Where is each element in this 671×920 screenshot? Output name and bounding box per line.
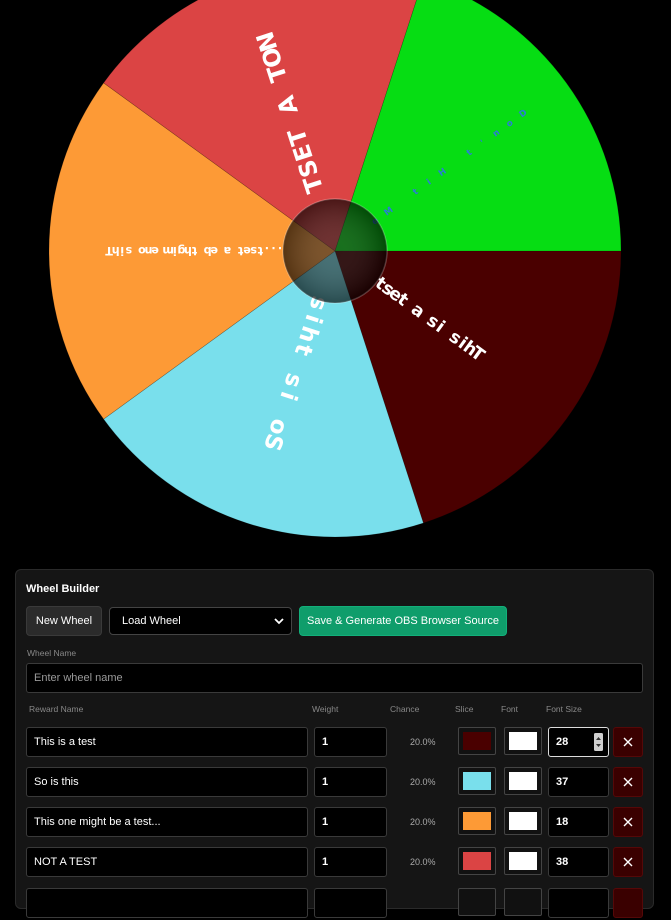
chance-value: 20.0% [410,857,436,867]
slice-color-swatch[interactable] [458,888,496,916]
chance-value: 20.0% [410,777,436,787]
reward-name-input[interactable] [26,847,308,877]
font-color-swatch[interactable] [504,847,542,875]
weight-input[interactable] [314,807,387,837]
reward-row: 20.0% [16,807,655,839]
column-header-font-size: Font Size [546,704,582,714]
delete-row-button[interactable] [613,847,643,877]
close-icon [623,777,633,787]
reward-name-input[interactable] [26,727,308,757]
font-size-input[interactable] [548,847,609,877]
reward-row-partial [16,888,655,920]
reward-row: 20.0% [16,727,655,759]
wheel-name-input[interactable] [26,663,643,693]
font-color-swatch[interactable] [504,888,542,916]
font-size-input[interactable] [548,767,609,797]
slice-color-swatch[interactable] [458,847,496,875]
font-size-input[interactable] [548,807,609,837]
close-icon [623,857,633,867]
chance-value: 20.0% [410,817,436,827]
wheel-name-label: Wheel Name [27,648,77,658]
delete-row-button[interactable] [613,767,643,797]
column-header-weight: Weight [312,704,339,714]
slice-color-swatch[interactable] [458,767,496,795]
builder-title: Wheel Builder [26,583,100,595]
reward-row: 20.0% [16,767,655,799]
delete-row-button[interactable] [613,727,643,757]
delete-row-button[interactable] [613,807,643,837]
column-header-font: Font [501,704,519,714]
wheel-slice-label: This one might be a test... [105,245,282,258]
column-header-reward: Reward Name [29,704,84,714]
chance-value: 20.0% [410,737,436,747]
slice-color-swatch[interactable] [458,807,496,835]
font-size-input[interactable] [548,888,609,918]
close-icon [623,817,633,827]
weight-input[interactable] [314,727,387,757]
weight-input[interactable] [314,888,387,918]
delete-row-button[interactable] [613,888,643,918]
save-generate-obs-button[interactable]: Save & Generate OBS Browser Source [299,606,507,636]
close-icon [623,737,633,747]
load-wheel-select-value: Load Wheel [122,615,181,627]
font-color-swatch[interactable] [504,767,542,795]
weight-input[interactable] [314,767,387,797]
new-wheel-button[interactable]: New Wheel [26,606,102,636]
column-header-chance: Chance [390,704,420,714]
chevron-down-icon [274,618,284,625]
weight-input[interactable] [314,847,387,877]
reward-name-input[interactable] [26,807,308,837]
prize-wheel[interactable]: This is a testSo is thisThis one might b… [0,0,671,560]
slice-color-swatch[interactable] [458,727,496,755]
reward-name-input[interactable] [26,767,308,797]
number-spinner-icon[interactable] [594,733,603,751]
font-color-swatch[interactable] [504,727,542,755]
reward-row: 20.0% [16,847,655,879]
reward-name-input[interactable] [26,888,308,918]
load-wheel-select[interactable]: Load Wheel [109,607,292,635]
font-color-swatch[interactable] [504,807,542,835]
wheel-builder-panel: Wheel Builder New Wheel Load Wheel Save … [15,569,655,918]
column-header-slice: Slice [455,704,474,714]
